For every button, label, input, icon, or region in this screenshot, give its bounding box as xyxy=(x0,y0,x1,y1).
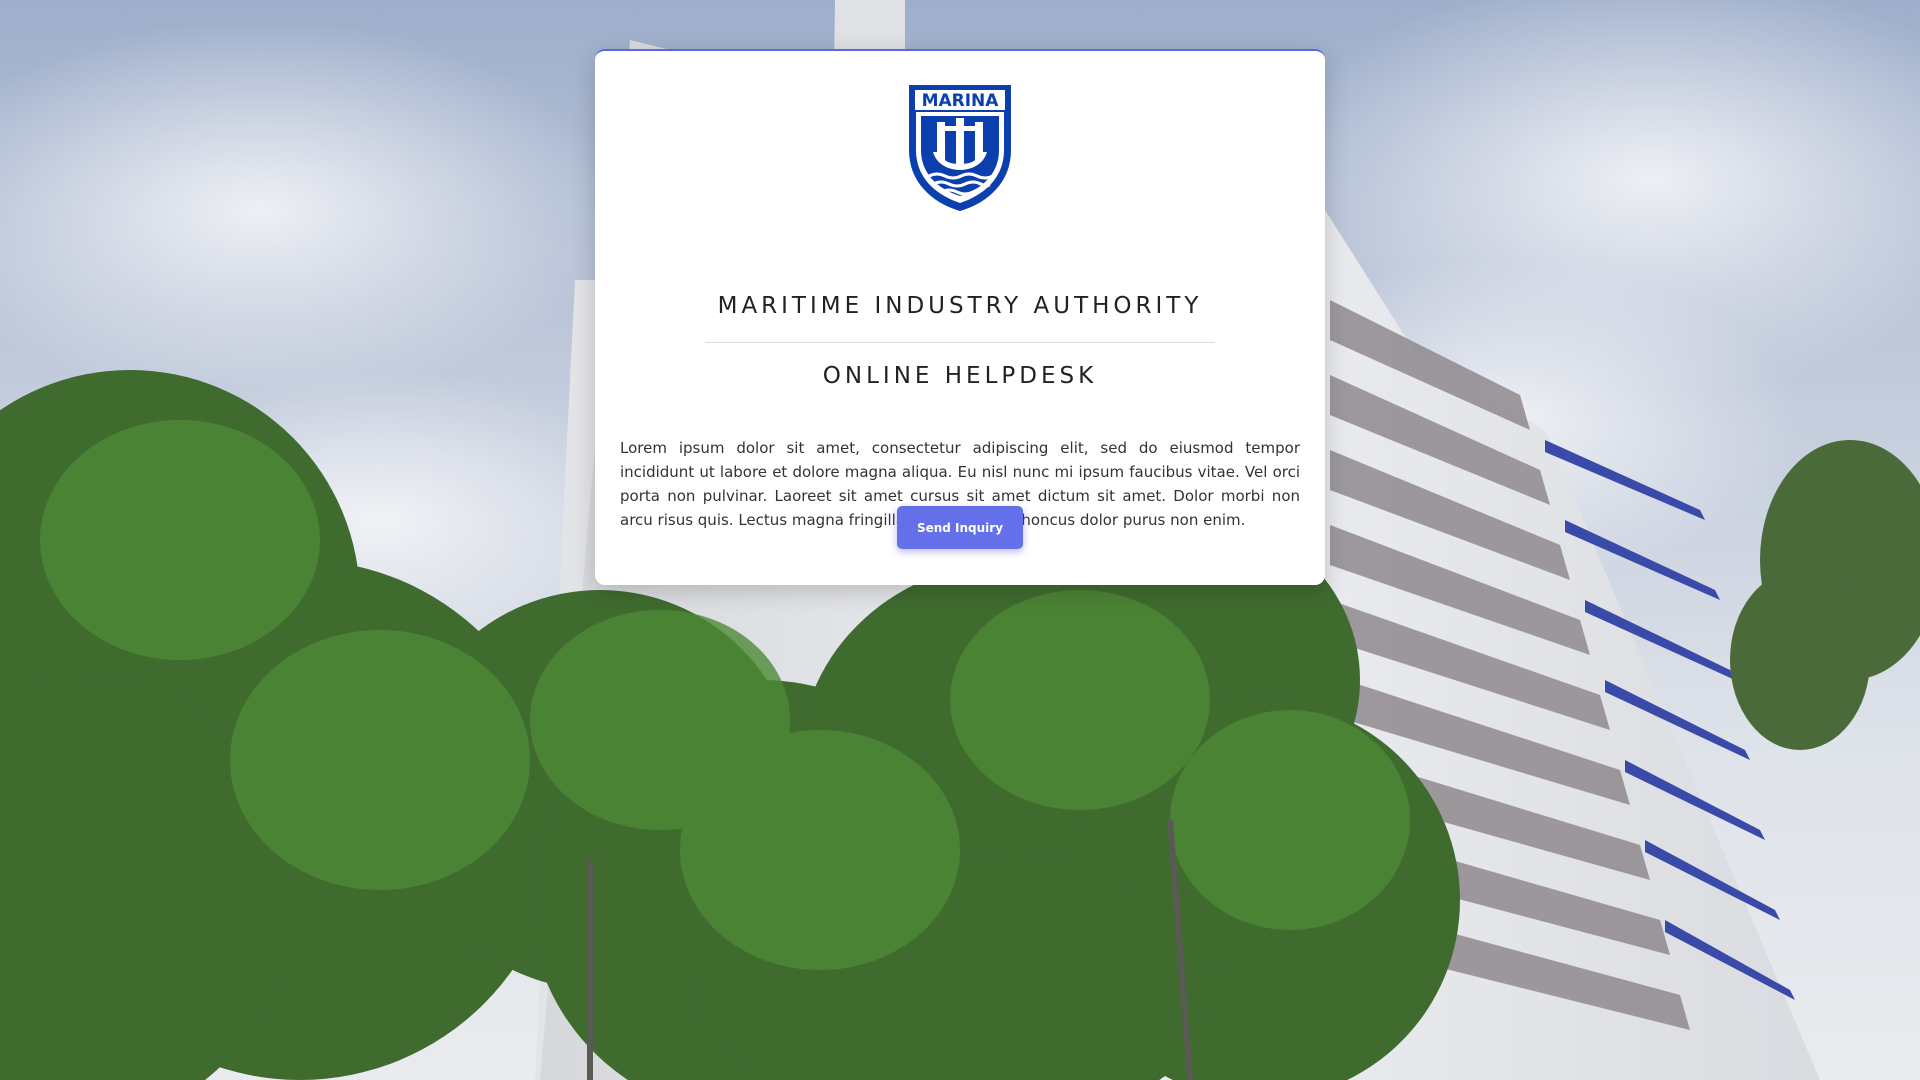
title-divider xyxy=(705,342,1215,343)
helpdesk-card: MARINA MARITIME INDUSTRY AUTHORITY ONLIN… xyxy=(595,49,1325,585)
send-inquiry-button[interactable]: Send Inquiry xyxy=(897,506,1023,549)
svg-text:MARINA: MARINA xyxy=(922,91,1000,111)
page-title: MARITIME INDUSTRY AUTHORITY xyxy=(717,293,1203,319)
marina-logo: MARINA xyxy=(907,82,1013,214)
page-subtitle: ONLINE HELPDESK xyxy=(822,363,1098,389)
